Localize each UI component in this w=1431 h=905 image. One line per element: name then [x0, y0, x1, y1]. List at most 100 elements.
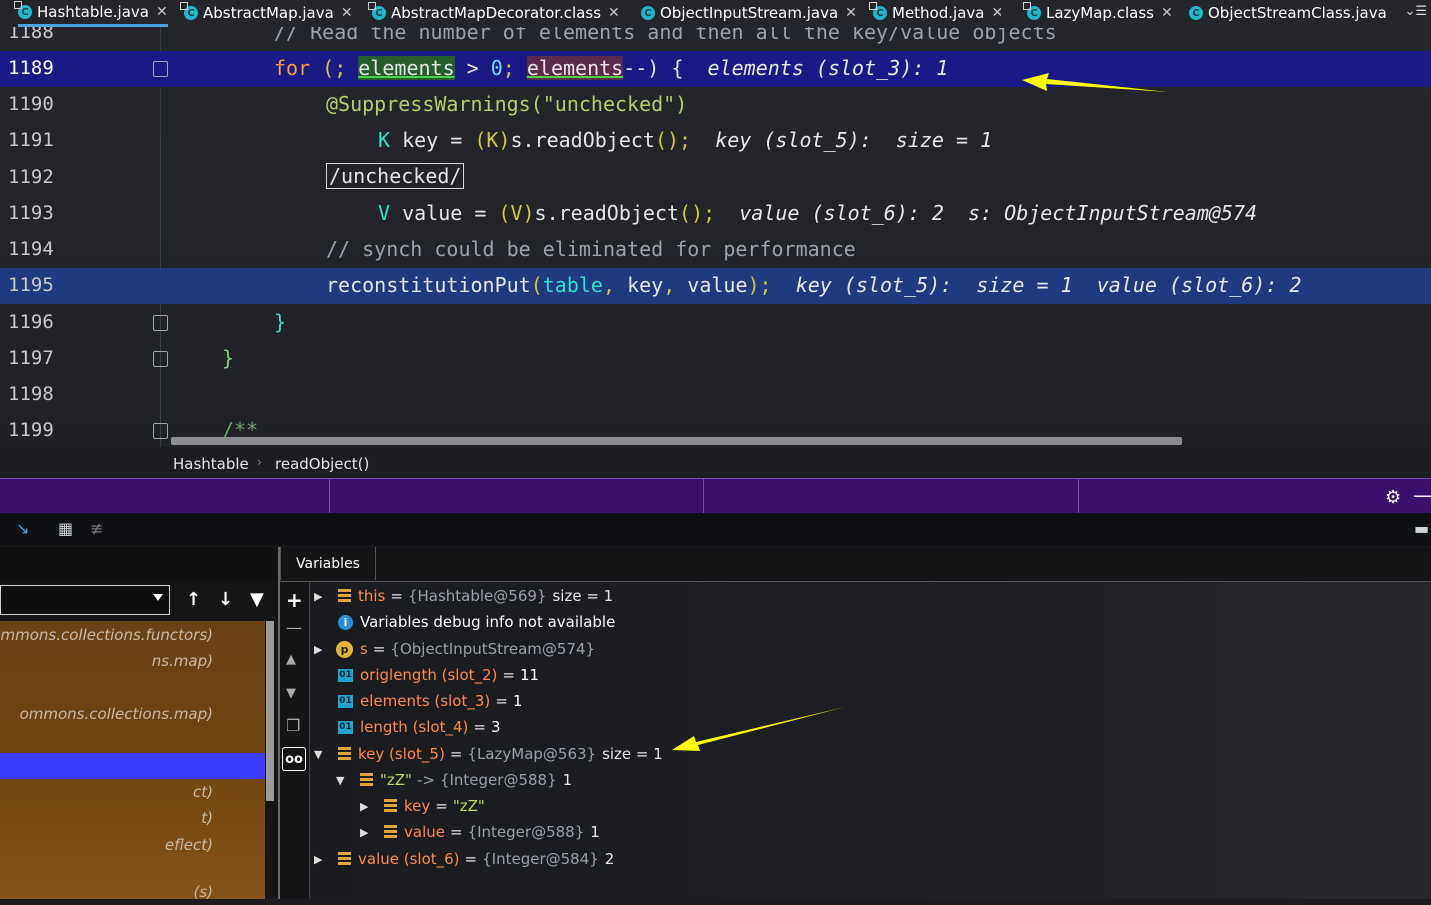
expand-icon[interactable]: ▶ [314, 643, 328, 656]
method-call: s.readObject [534, 201, 680, 225]
close-icon[interactable]: ✕ [341, 5, 353, 21]
frame-item[interactable] [0, 727, 265, 753]
thread-select[interactable] [0, 585, 170, 615]
parameter-icon: p [336, 640, 353, 658]
variable-row-expanded[interactable]: ▼ "zZ" -> {Integer@588} 1 [336, 768, 572, 792]
code-editor[interactable]: 1188 // Read the number of elements and … [0, 27, 1431, 447]
copy-icon[interactable]: ❐ [286, 716, 300, 735]
frame-item[interactable]: t) [0, 805, 265, 831]
frame-label: ommons.collections.map) [19, 705, 213, 723]
chevron-down-icon [153, 594, 163, 601]
variable-eq: = [473, 718, 486, 736]
class-file-icon: C [1023, 2, 1041, 20]
inline-debug-value: elements (slot_3): 1 [707, 56, 949, 80]
breadcrumb-class[interactable]: Hashtable [173, 455, 249, 473]
variable-row[interactable]: ▶ key = "zZ" [360, 794, 485, 818]
variable-row[interactable]: ▶ p s = {ObjectInputStream@574} [314, 637, 595, 661]
frame-item-selected[interactable] [0, 753, 265, 779]
layout-icon[interactable]: ▬ [1414, 519, 1429, 538]
tab-overflow-icon[interactable]: ⌄☰ [1404, 4, 1427, 19]
collapse-icon[interactable]: ▼ [336, 774, 350, 787]
close-icon[interactable]: ✕ [156, 4, 168, 20]
annotation-arg: ("unchecked") [530, 92, 688, 116]
operator: --) { [623, 56, 684, 80]
horizontal-scrollbar[interactable] [171, 437, 1182, 445]
method-call: s.readObject [510, 128, 655, 152]
variables-tree[interactable]: ▶ this = {Hashtable@569} size = 1 i Vari… [310, 582, 1431, 899]
breakpoint-line: 1195 reconstitutionPut(table, key, value… [0, 268, 1431, 304]
arrow-up-icon[interactable]: ↑ [186, 589, 201, 610]
variable-row-expanded[interactable]: ▼ key (slot_5) = {LazyMap@563} size = 1 [314, 742, 663, 766]
tab-abstractmapdecorator-class[interactable]: C AbstractMapDecorator.class ✕ [368, 0, 620, 26]
editor-tab-bar: C Hashtable.java ✕ C AbstractMap.java ✕ … [0, 0, 1431, 28]
fold-marker-icon[interactable] [153, 351, 168, 367]
variable-row[interactable]: 01 origlength (slot_2) = 11 [338, 663, 539, 687]
frame-item[interactable]: (s) [0, 879, 265, 905]
tab-label: ObjectInputStream.java [660, 4, 839, 22]
variable-row[interactable]: ▶ this = {Hashtable@569} size = 1 [314, 584, 613, 608]
variable-row[interactable]: 01 length (slot_4) = 3 [338, 715, 501, 739]
add-watch-icon[interactable]: + [286, 588, 303, 612]
folded-annotation[interactable]: /unchecked/ [326, 163, 465, 189]
tab-abstractmap-java[interactable]: C AbstractMap.java ✕ [180, 0, 353, 26]
variables-tab-bar: Variables [280, 547, 1431, 582]
variable-type: {Integer@588} [439, 771, 557, 789]
expand-icon[interactable]: ▶ [360, 826, 374, 839]
glasses-icon[interactable]: oo [282, 747, 306, 771]
evaluate-expression-icon[interactable]: ▦ [58, 519, 73, 538]
variable-value: size = 1 [552, 587, 614, 605]
code-fragment: key = [390, 128, 475, 152]
expand-icon[interactable]: ▶ [360, 800, 374, 813]
frame-label: ns.map) [151, 652, 213, 670]
tab-hashtable-java[interactable]: C Hashtable.java ✕ [14, 0, 168, 27]
variable-row[interactable]: ▶ value = {Integer@588} 1 [360, 820, 600, 844]
fold-marker-icon[interactable] [153, 423, 168, 439]
close-icon[interactable]: ✕ [608, 5, 620, 21]
tab-objectstreamclass-java[interactable]: C ObjectStreamClass.java [1189, 0, 1387, 26]
variable-eq: = [435, 797, 448, 815]
minimize-icon[interactable]: — [1413, 483, 1431, 507]
tab-variables[interactable]: Variables [280, 547, 376, 580]
frame-item[interactable]: ommons.collections.functors) [0, 622, 265, 648]
variable-row[interactable]: 01 elements (slot_3) = 1 [338, 689, 522, 713]
move-up-icon[interactable]: ▲ [286, 652, 296, 667]
frames-scrollbar[interactable] [266, 621, 274, 801]
frame-item[interactable]: ommons.collections.map) [0, 701, 265, 727]
frame-item[interactable]: ct) [0, 779, 265, 805]
variable-ref: key [627, 273, 664, 297]
close-icon[interactable]: ✕ [845, 5, 857, 21]
variable-eq: = [372, 640, 386, 658]
frames-list[interactable]: ommons.collections.functors) ns.map) omm… [0, 621, 265, 901]
variable-value: 3 [490, 718, 501, 736]
frame-item[interactable]: ns.map) [0, 648, 265, 674]
fold-marker-icon[interactable] [153, 315, 168, 331]
tab-method-java[interactable]: C Method.java ✕ [869, 0, 1003, 26]
remove-icon[interactable]: — [286, 618, 302, 637]
expand-icon[interactable]: ▶ [314, 590, 328, 603]
code-line: 1191 K key = (K)s.readObject(); key (slo… [0, 123, 1431, 159]
tab-objectinputstream-java[interactable]: C ObjectInputStream.java ✕ [641, 0, 857, 26]
close-icon[interactable]: ✕ [1161, 5, 1173, 21]
frame-label: ct) [193, 783, 213, 801]
run-to-cursor-icon[interactable]: ↘ [16, 519, 29, 538]
breadcrumb-method[interactable]: readObject() [275, 455, 369, 473]
variable-eq: = [449, 823, 463, 841]
tab-lazymap-class[interactable]: C LazyMap.class ✕ [1023, 0, 1173, 26]
variable-value: 11 [519, 666, 540, 684]
fold-marker-icon[interactable] [153, 61, 168, 77]
type-name: V [378, 201, 391, 225]
code-line: 1197 } [0, 341, 1431, 377]
trace-icon[interactable]: ≢ [90, 519, 103, 538]
class-file-icon: C [1189, 6, 1203, 20]
arrow-down-icon[interactable]: ↓ [218, 589, 233, 610]
close-icon[interactable]: ✕ [991, 5, 1003, 21]
frame-label: ommons.collections.functors) [0, 626, 213, 644]
frame-item[interactable] [0, 674, 265, 700]
expand-icon[interactable]: ▶ [314, 853, 328, 866]
gear-icon[interactable]: ⚙ [1385, 487, 1401, 508]
frame-item[interactable]: eflect) [0, 832, 265, 858]
move-down-icon[interactable]: ▼ [286, 686, 296, 701]
variable-row[interactable]: ▶ value (slot_6) = {Integer@584} 2 [314, 847, 614, 871]
collapse-icon[interactable]: ▼ [314, 748, 328, 761]
filter-icon[interactable]: ▼ [250, 589, 264, 610]
